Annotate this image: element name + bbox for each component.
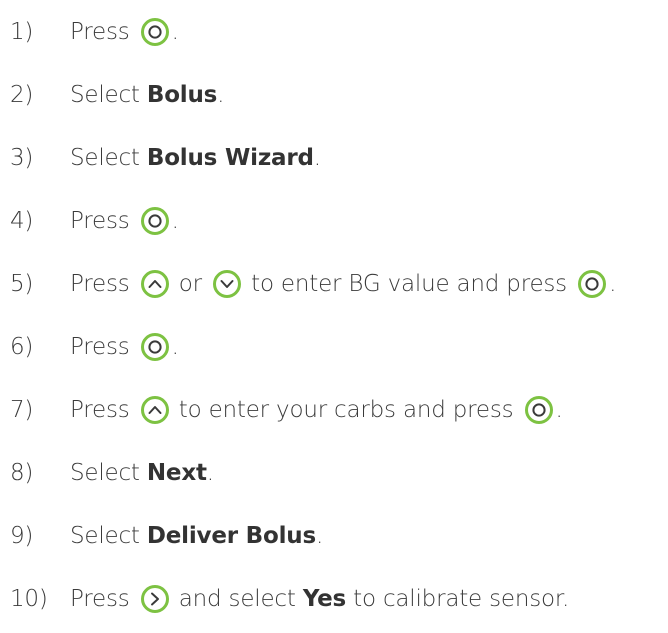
menu-option-label: Bolus Wizard (146, 145, 314, 171)
step-text-segment: Select (70, 460, 147, 486)
step-10: 10) Press and select Yes to calibrate sen… (10, 577, 569, 621)
step-text-segment: . (171, 334, 179, 360)
step-9: 9) Select Deliver Bolus. (10, 514, 323, 558)
step-number: 4) (10, 208, 34, 234)
step-text: Press to enter your carbs and press . (70, 396, 563, 424)
step-6: 6) Press . (10, 325, 179, 369)
step-number: 5) (10, 271, 34, 297)
step-text-segment: . (171, 208, 179, 234)
step-text: Press or to enter BG value and press . (70, 270, 616, 298)
up-arrow-icon (140, 396, 169, 424)
step-text: Press and select Yes to calibrate sensor… (70, 585, 569, 613)
down-arrow-icon (213, 270, 242, 298)
step-text-segment: Press (70, 334, 137, 360)
menu-option-label: Bolus (146, 82, 218, 108)
step-text-segment: . (315, 523, 324, 549)
step-text-segment: Select (70, 145, 147, 171)
step-text-segment: Press (70, 397, 137, 423)
step-text: Select Bolus Wizard. (70, 145, 321, 171)
step-text-segment: . (555, 397, 563, 423)
step-5: 5) Press or to enter BG value and press . (10, 262, 616, 306)
step-text-segment: . (171, 19, 179, 45)
step-2: 2) Select Bolus. (10, 73, 224, 117)
step-number: 6) (10, 334, 34, 360)
step-number: 2) (10, 82, 34, 108)
instruction-steps: 1) Press . 2) Select Bolus. 3) Select Bolus W… (0, 0, 668, 633)
step-number: 9) (10, 523, 34, 549)
menu-option-label: Next (146, 460, 207, 486)
step-text-segment: Select (70, 523, 147, 549)
step-text-segment: . (313, 145, 321, 171)
up-arrow-icon (140, 270, 169, 298)
step-3: 3) Select Bolus Wizard. (10, 136, 321, 180)
step-text: Press . (70, 207, 179, 235)
step-8: 8) Select Next. (10, 451, 214, 495)
step-text-segment: Press (70, 19, 137, 45)
step-text: Press . (70, 18, 179, 46)
menu-option-label: Yes (302, 586, 347, 612)
select-icon (140, 333, 169, 361)
step-text: Select Deliver Bolus. (70, 523, 323, 549)
select-icon (140, 18, 169, 46)
step-text-segment: Select (70, 82, 147, 108)
step-text-segment: to enter your carbs and press (171, 397, 521, 423)
step-text: Select Bolus. (70, 82, 224, 108)
select-icon (524, 396, 553, 424)
step-text-segment: . (609, 271, 617, 297)
step-number: 1) (10, 19, 34, 45)
step-text-segment: or (171, 271, 210, 297)
step-text: Press . (70, 333, 179, 361)
step-number: 7) (10, 397, 34, 423)
step-text-segment: and select (171, 586, 303, 612)
step-text-segment: Press (70, 586, 137, 612)
select-icon (578, 270, 607, 298)
step-7: 7) Press to enter your carbs and press . (10, 388, 563, 432)
step-text-segment: Press (70, 271, 137, 297)
right-arrow-icon (140, 585, 169, 613)
step-text-segment: . (217, 82, 225, 108)
step-number: 10) (10, 586, 48, 612)
step-text-segment: to enter BG value and press (244, 271, 575, 297)
select-icon (140, 207, 169, 235)
menu-option-label: Deliver Bolus (146, 523, 316, 549)
step-text-segment: . (206, 460, 214, 486)
step-number: 3) (10, 145, 34, 171)
step-text-segment: Press (70, 208, 137, 234)
step-1: 1) Press . (10, 10, 179, 54)
step-text: Select Next. (70, 460, 214, 486)
step-text-segment: to calibrate sensor. (346, 586, 570, 612)
step-4: 4) Press . (10, 199, 179, 243)
step-number: 8) (10, 460, 34, 486)
